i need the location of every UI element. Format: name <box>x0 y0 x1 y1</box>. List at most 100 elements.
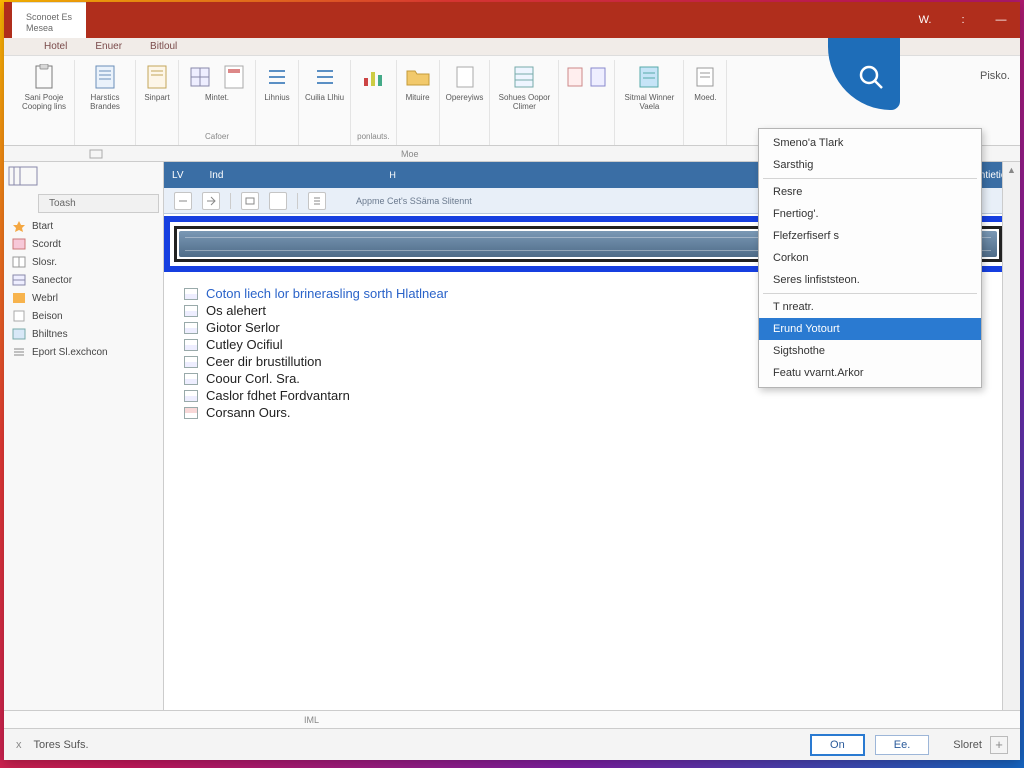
window-dash[interactable]: — <box>982 2 1020 38</box>
ribbon-group[interactable]: Sohues Oopor Climer <box>490 60 559 145</box>
doc-line[interactable]: Corsann Ours. <box>184 405 1020 420</box>
share-label[interactable]: Sloret <box>953 739 982 751</box>
mini-doc-icon <box>588 62 608 92</box>
side-item[interactable]: Slosr. <box>4 253 163 271</box>
checkbox-icon <box>184 322 198 334</box>
context-menu-item[interactable]: Sarsthig <box>759 154 981 176</box>
ribbon-group[interactable]: Mituire <box>397 60 440 145</box>
context-menu-item-hover[interactable]: Erund Yotourt <box>759 318 981 340</box>
doc-icon <box>90 62 120 92</box>
ribbon-label: Mintet. <box>205 94 229 103</box>
context-menu-item[interactable]: Flefzerfiserf s <box>759 225 981 247</box>
doc-icon <box>12 310 26 322</box>
bottom-pad: IML <box>4 710 1020 728</box>
context-menu-item[interactable]: Featu vvarnt.Arkor <box>759 362 981 384</box>
ribbon-label: Lihnius <box>264 94 289 103</box>
ribbon-group[interactable]: Sani Pooje Cooping lins <box>14 60 75 145</box>
ribbon-group[interactable]: ponlauts. <box>351 60 396 145</box>
tool-btn[interactable] <box>269 192 287 210</box>
orange-box-icon <box>12 292 26 304</box>
context-menu-item[interactable]: Sigtshothe <box>759 340 981 362</box>
ok-button[interactable]: On <box>810 734 865 756</box>
plus-button[interactable]: + <box>990 736 1008 754</box>
search-icon <box>856 62 886 92</box>
checkbox-icon <box>184 407 198 419</box>
title-tab-line1: Sconoet Es <box>26 12 72 22</box>
grid-icon <box>12 256 26 268</box>
ribbon-group[interactable]: Mintet. Cafoer <box>179 60 256 145</box>
doc-tools-caption: Appme Cet's SSäma Slitennt <box>356 196 472 206</box>
doc-line[interactable]: Caslor fdhet Fordvantarn <box>184 388 1020 403</box>
ribbon-group[interactable]: Sitmal Winner Vaela <box>615 60 684 145</box>
table-icon <box>12 274 26 286</box>
window-min[interactable]: W. <box>906 2 944 38</box>
ribbon-footer: ponlauts. <box>357 132 389 143</box>
menu-separator <box>763 178 977 179</box>
statusbar: x Tores Sufs. On Ee. Sloret + <box>4 728 1020 760</box>
doc-chrome-tab[interactable]: LV <box>172 170 184 181</box>
side-item[interactable]: Eport Sl.exchcon <box>4 343 163 361</box>
side-item[interactable]: Webrl <box>4 289 163 307</box>
pink-box-icon <box>12 238 26 250</box>
folder-icon <box>403 62 433 92</box>
checkbox-icon <box>184 305 198 317</box>
side-tab[interactable]: Toash <box>38 194 159 213</box>
ribbon-group[interactable]: Moed. <box>684 60 727 145</box>
context-menu-item[interactable]: Seres linfiststeon. <box>759 269 981 291</box>
menu-item[interactable]: Bitloul <box>150 41 177 52</box>
ribbon-group[interactable]: Harstics Brandes <box>75 60 136 145</box>
bottom-label: IML <box>304 715 319 725</box>
vertical-scrollbar[interactable]: ▲ <box>1002 162 1020 710</box>
search-bubble[interactable] <box>828 38 900 110</box>
doc-chrome-tab[interactable]: Ind <box>210 170 224 181</box>
app-window: Sconoet Es Mesea W. : — Hotel Enuer Bitl… <box>4 2 1020 760</box>
menu-item[interactable]: Enuer <box>95 41 122 52</box>
sheet-icon <box>509 62 539 92</box>
list-icon <box>262 62 292 92</box>
ribbon-label: Opereyiws <box>446 94 484 103</box>
ribbon-label: Cuilia Llhiu <box>305 94 344 103</box>
tool-btn[interactable] <box>202 192 220 210</box>
exit-button[interactable]: Ee. <box>875 735 930 755</box>
title-tab-line2: Mesea <box>26 23 72 33</box>
ribbon-label: Harstics Brandes <box>81 94 129 112</box>
window-sep[interactable]: : <box>944 2 982 38</box>
ribbon-group[interactable]: Cuilia Llhiu <box>299 60 351 145</box>
scroll-up-icon[interactable]: ▲ <box>1003 162 1020 178</box>
ribbon-label: Mituire <box>406 94 430 103</box>
highlight-icon <box>634 62 664 92</box>
ribbon-group[interactable]: Sinpart <box>136 60 179 145</box>
status-x: x <box>16 739 22 751</box>
checkbox-icon <box>184 339 198 351</box>
tool-btn[interactable] <box>308 192 326 210</box>
side-item[interactable]: Beison <box>4 307 163 325</box>
side-panel: Toash Btart Scordt Slosr. Sanector Webrl… <box>4 162 164 710</box>
side-item[interactable]: Sanector <box>4 271 163 289</box>
status-left: Tores Sufs. <box>34 739 89 751</box>
title-tab[interactable]: Sconoet Es Mesea <box>12 2 86 38</box>
tool-btn[interactable] <box>241 192 259 210</box>
list-icon <box>310 62 340 92</box>
context-menu-item[interactable]: Smeno'a Tlark <box>759 132 981 154</box>
doc-icon <box>142 62 172 92</box>
ribbon-group[interactable]: Lihnius <box>256 60 299 145</box>
checkbox-icon <box>184 373 198 385</box>
side-item[interactable]: Scordt <box>4 235 163 253</box>
context-menu-item[interactable]: Resre <box>759 181 981 203</box>
checkbox-icon <box>184 288 198 300</box>
side-item[interactable]: Btart <box>4 217 163 235</box>
context-menu-item[interactable]: T nreatr. <box>759 296 981 318</box>
menu-separator <box>763 293 977 294</box>
props-icon <box>690 62 720 92</box>
side-item[interactable]: Bhiltnes <box>4 325 163 343</box>
menu-item[interactable]: Hotel <box>44 41 67 52</box>
ribbon-group[interactable] <box>559 60 615 145</box>
titlebar: Sconoet Es Mesea W. : — <box>4 2 1020 38</box>
context-menu-item[interactable]: Fnertiog'. <box>759 203 981 225</box>
ribbon-group[interactable]: Opereyiws <box>440 60 491 145</box>
tool-btn[interactable] <box>174 192 192 210</box>
context-menu-item[interactable]: Corkon <box>759 247 981 269</box>
ribbon-right-label[interactable]: Pisko. <box>980 70 1010 82</box>
ribbon-footer: Cafoer <box>205 132 229 143</box>
ribbon-label: Sitmal Winner Vaela <box>621 94 677 112</box>
